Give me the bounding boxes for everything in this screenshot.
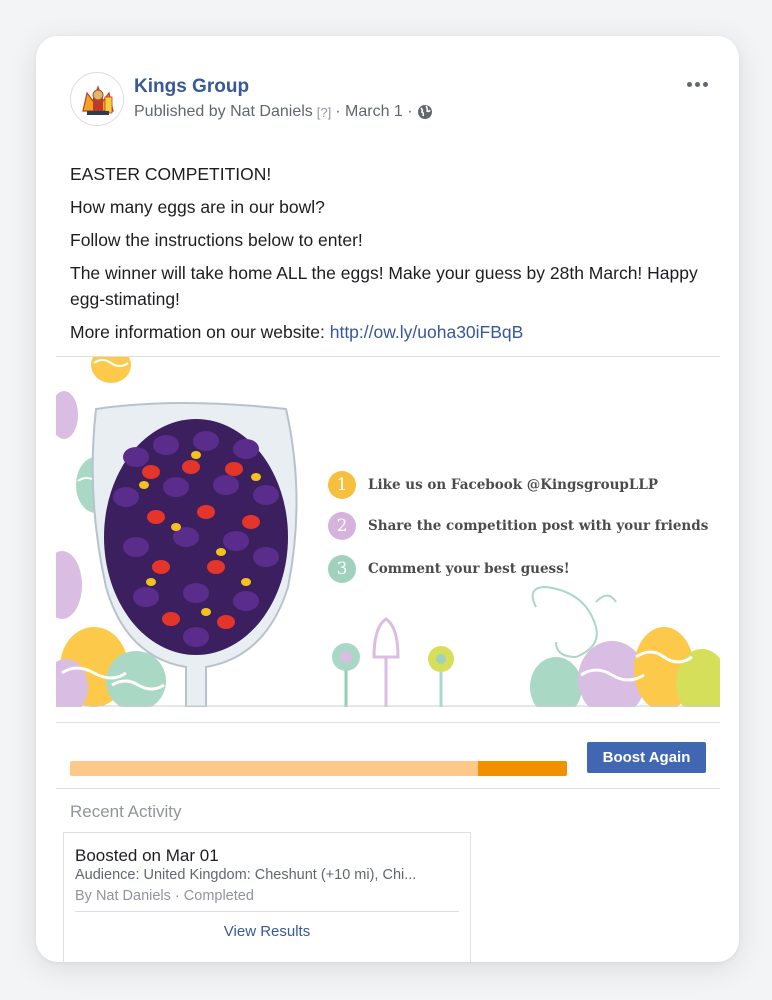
activity-audience: Audience: United Kingdom: Cheshunt (+10 …: [75, 867, 417, 883]
published-by[interactable]: Published by Nat Daniels: [134, 103, 313, 121]
post-line-3: Follow the instructions below to enter!: [70, 230, 363, 250]
view-results-link[interactable]: View Results: [64, 923, 470, 940]
globe-icon[interactable]: [417, 104, 433, 120]
help-marker[interactable]: [?]: [317, 105, 331, 120]
step-3: 3 Comment your best guess!: [328, 555, 570, 583]
step-1-number: 1: [328, 471, 356, 499]
activity-by: By Nat Daniels · Completed: [75, 888, 254, 904]
divider: [56, 788, 720, 789]
post-message: EASTER COMPETITION! How many eggs are in…: [70, 161, 710, 352]
recent-activity-heading: Recent Activity: [70, 802, 182, 821]
post-line-2: How many eggs are in our bowl?: [70, 197, 325, 217]
post-more-info: More information on our website: http://…: [70, 319, 710, 345]
website-link[interactable]: http://ow.ly/uoha30iFBqB: [330, 322, 524, 342]
post-date[interactable]: · March 1 ·: [335, 103, 412, 121]
step-2-number: 2: [328, 512, 356, 540]
activity-card: Boosted on Mar 01 Audience: United Kingd…: [63, 832, 471, 962]
step-3-text: Comment your best guess!: [368, 561, 570, 577]
flowers: [332, 617, 454, 707]
post-line-4: The winner will take home ALL the eggs! …: [70, 263, 698, 309]
boost-progress-fill: [477, 761, 567, 776]
post-image[interactable]: 1 Like us on Facebook @KingsgroupLLP 2 S…: [56, 357, 720, 707]
step-2: 2 Share the competition post with your f…: [328, 512, 708, 540]
step-1: 1 Like us on Facebook @KingsgroupLLP: [328, 471, 658, 499]
boost-progress-bar: [70, 761, 567, 776]
step-3-number: 3: [328, 555, 356, 583]
page-name-link[interactable]: Kings Group: [134, 76, 249, 98]
more-info-text: More information on our website:: [70, 322, 330, 342]
kings-logo-icon: [72, 74, 123, 125]
chocolate-eggs: [104, 419, 288, 655]
page-avatar[interactable]: [70, 72, 124, 126]
post-card: Kings Group Published by Nat Daniels [?]…: [36, 36, 739, 962]
post-meta: Published by Nat Daniels [?] · March 1 ·: [134, 103, 433, 121]
post-line-1: EASTER COMPETITION!: [70, 164, 272, 184]
more-options-icon[interactable]: [683, 74, 711, 94]
step-1-text: Like us on Facebook @KingsgroupLLP: [368, 477, 658, 493]
step-2-text: Share the competition post with your fri…: [368, 518, 709, 534]
boost-again-button[interactable]: Boost Again: [587, 742, 706, 773]
divider: [75, 911, 459, 912]
divider: [56, 722, 720, 723]
activity-title: Boosted on Mar 01: [75, 846, 219, 865]
